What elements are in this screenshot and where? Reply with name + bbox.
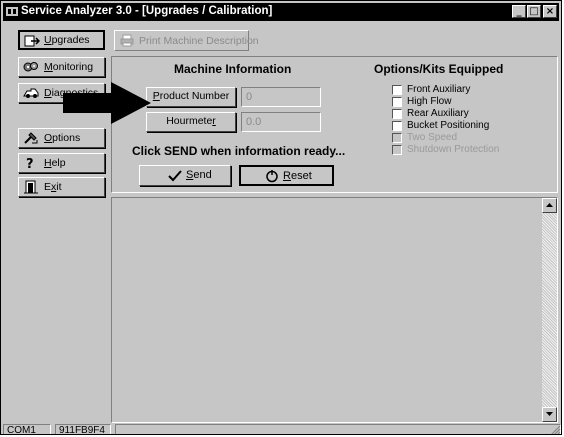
- svg-text:?: ?: [26, 157, 34, 170]
- title-bar[interactable]: Service Analyzer 3.0 - [Upgrades / Calib…: [3, 3, 559, 21]
- status-port: COM1: [3, 424, 51, 434]
- arrow-up-icon: [546, 203, 553, 207]
- arrow-down-icon: [546, 412, 553, 416]
- send-label: Send: [186, 169, 212, 181]
- hourmeter-field[interactable]: 0.0: [241, 112, 321, 132]
- nav-monitoring-label: Monitoring: [44, 61, 94, 73]
- checkbox[interactable]: [392, 85, 402, 95]
- send-button[interactable]: Send: [139, 165, 231, 186]
- output-area[interactable]: [111, 197, 558, 423]
- hourmeter-button[interactable]: Hourmeter: [146, 112, 236, 132]
- exit-icon: [24, 180, 38, 194]
- nav-monitoring-button[interactable]: Monitoring: [18, 57, 105, 77]
- nav-exit-label: Exit: [44, 181, 62, 193]
- minimize-button[interactable]: _: [512, 5, 526, 18]
- product-number-button[interactable]: Product Number: [146, 87, 236, 107]
- printer-icon: [120, 34, 134, 47]
- checkbox[interactable]: [392, 145, 402, 155]
- send-prompt-text: Click SEND when information ready...: [132, 144, 346, 158]
- options-kits-heading: Options/Kits Equipped: [374, 62, 504, 76]
- nav-exit-button[interactable]: Exit: [18, 177, 105, 197]
- help-icon: ?: [26, 157, 34, 170]
- scroll-up-button[interactable]: [542, 198, 557, 213]
- checkbox[interactable]: [392, 133, 402, 143]
- checkbox[interactable]: [392, 97, 402, 107]
- print-machine-description-button[interactable]: Print Machine Description: [114, 30, 259, 51]
- options-icon: [24, 132, 38, 144]
- print-machine-description-label: Print Machine Description: [139, 35, 259, 47]
- status-message: [115, 424, 561, 434]
- close-button[interactable]: ×: [543, 5, 557, 18]
- resize-grip-icon[interactable]: [550, 425, 561, 435]
- nav-help-button[interactable]: ? Help: [18, 153, 105, 173]
- reset-button[interactable]: Reset: [239, 165, 334, 186]
- checkmark-icon: [168, 170, 182, 182]
- status-code: 911FB9F4: [55, 424, 111, 434]
- scroll-down-button[interactable]: [542, 407, 557, 422]
- nav-help-label: Help: [44, 157, 66, 169]
- reset-label: Reset: [283, 170, 312, 182]
- machine-information-heading: Machine Information: [174, 62, 292, 76]
- nav-options-button[interactable]: Options: [18, 128, 105, 148]
- pointer-arrow-annotation: [63, 82, 151, 124]
- nav-upgrades-label: Upgrades: [44, 34, 90, 46]
- nav-options-label: Options: [44, 132, 81, 144]
- app-icon: [6, 7, 18, 16]
- nav-upgrades-button[interactable]: Upgrades: [18, 30, 105, 50]
- reset-icon: [266, 170, 278, 183]
- product-number-field[interactable]: 0: [241, 87, 321, 107]
- maximize-button[interactable]: □: [527, 5, 541, 18]
- diagnostics-icon: [23, 88, 39, 98]
- upgrade-icon: [24, 35, 40, 47]
- window-title: Service Analyzer 3.0 - [Upgrades / Calib…: [21, 5, 273, 17]
- checkbox[interactable]: [392, 109, 402, 119]
- checkbox[interactable]: [392, 121, 402, 131]
- monitor-icon: [23, 62, 38, 72]
- app-window: Service Analyzer 3.0 - [Upgrades / Calib…: [0, 0, 562, 435]
- vertical-scrollbar[interactable]: [542, 198, 557, 422]
- status-bar: COM1 911FB9F4: [1, 424, 561, 435]
